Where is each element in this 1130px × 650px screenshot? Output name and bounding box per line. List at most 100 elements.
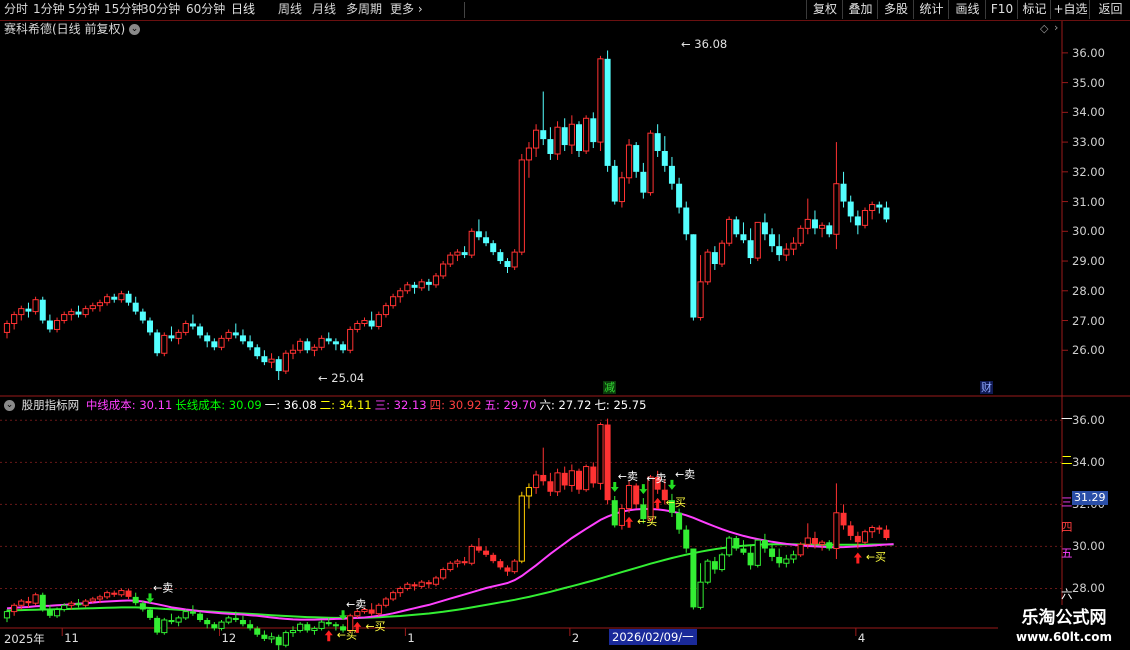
indicator-candle-74 xyxy=(533,470,540,494)
candle-73 xyxy=(525,142,533,178)
candle-0 xyxy=(3,320,11,339)
indicator-candle-0 xyxy=(3,609,11,623)
candle-65 xyxy=(468,228,475,259)
candle-57 xyxy=(411,281,418,294)
candle-43 xyxy=(311,344,318,357)
x-axis-label: 1 xyxy=(407,631,415,645)
indicator-candle-31 xyxy=(225,615,232,625)
indicator-candle-23 xyxy=(168,613,175,625)
candle-15 xyxy=(111,293,118,303)
candle-5 xyxy=(39,296,46,324)
indicator-candle-56 xyxy=(404,582,411,591)
candle-86 xyxy=(618,171,625,208)
candle-94 xyxy=(676,177,683,214)
x-axis: 2025年 11 12 1 2 4 xyxy=(0,629,1062,650)
buy-signal-4: ←买 xyxy=(853,551,886,564)
chevron-down-icon[interactable]: ⌄ xyxy=(4,400,15,411)
candle-41 xyxy=(297,338,304,354)
candle-53 xyxy=(382,302,390,318)
indicator-candle-76 xyxy=(547,472,554,496)
candle-103 xyxy=(740,222,747,244)
indicator-candle-81 xyxy=(583,464,590,492)
main-y-tick: 26.00 xyxy=(1072,343,1105,358)
candle-47 xyxy=(340,341,347,354)
indicator-candle-5 xyxy=(39,592,46,612)
watermark: 乐淘公式网 www.60lt.com xyxy=(998,605,1130,650)
candle-107 xyxy=(769,228,776,253)
candle-75 xyxy=(540,91,547,146)
candle-51 xyxy=(368,311,375,330)
candle-99 xyxy=(711,246,718,270)
indicator-candle-20 xyxy=(147,607,153,620)
indicator-value-2: 一: 36.08 xyxy=(264,398,317,412)
indicator-candle-97 xyxy=(697,563,704,610)
candle-42 xyxy=(304,338,311,354)
watermark-title: 乐淘公式网 xyxy=(1021,608,1107,628)
indicator-candle-121 xyxy=(869,525,876,539)
x-axis-label: 2025年 xyxy=(4,632,45,646)
candle-35 xyxy=(254,344,261,360)
indicator-y-tick: 28.00 xyxy=(1072,581,1105,596)
main-y-tick: 30.00 xyxy=(1072,224,1105,239)
candle-69 xyxy=(497,249,504,265)
indicator-candle-72 xyxy=(518,491,525,564)
candle-2 xyxy=(18,305,25,321)
level-label-4: 五 xyxy=(1061,545,1073,560)
candle-90 xyxy=(647,130,654,196)
indicator-candle-4 xyxy=(32,592,39,606)
candle-23 xyxy=(168,326,175,342)
indicator-candle-96 xyxy=(690,548,697,610)
indicator-candle-57 xyxy=(411,582,418,591)
candle-111 xyxy=(797,225,804,247)
indicator-candle-33 xyxy=(239,615,246,627)
candle-19 xyxy=(139,308,146,324)
candle-26 xyxy=(189,314,196,330)
candle-45 xyxy=(325,332,332,345)
indicator-candle-11 xyxy=(82,598,89,608)
indicator-candle-111 xyxy=(797,542,804,557)
indicator-candle-60 xyxy=(432,575,440,587)
candle-20 xyxy=(147,317,153,336)
candle-13 xyxy=(96,299,104,312)
candle-79 xyxy=(568,115,575,154)
indicator-candle-106 xyxy=(761,533,768,553)
buy-label: ←买 xyxy=(666,496,686,509)
indicator-candle-61 xyxy=(440,567,447,581)
main-y-tick: 34.00 xyxy=(1072,105,1105,120)
candle-33 xyxy=(239,329,246,345)
candle-82 xyxy=(590,112,597,149)
indicator-candle-10 xyxy=(75,598,82,608)
indicator-candle-116 xyxy=(833,483,840,560)
x-axis-label: 2 xyxy=(571,631,580,645)
candle-96 xyxy=(690,234,697,321)
indicator-value-7: 六: 27.72 xyxy=(539,398,592,412)
indicator-candle-79 xyxy=(568,464,575,492)
indicator-candle-16 xyxy=(118,588,125,597)
sell-label: ←卖 xyxy=(153,581,173,594)
indicator-candle-71 xyxy=(511,559,518,574)
candle-77 xyxy=(554,121,561,160)
candle-109 xyxy=(783,243,790,262)
candle-60 xyxy=(432,272,440,288)
x-axis-label: 11 xyxy=(64,631,79,645)
event-tag-reduce[interactable]: 减 xyxy=(603,381,616,394)
indicator-candle-65 xyxy=(468,544,475,566)
indicator-candle-108 xyxy=(776,548,783,568)
indicator-candle-63 xyxy=(454,559,461,568)
indicator-candle-54 xyxy=(390,590,397,602)
candle-22 xyxy=(161,332,168,357)
indicator-candle-77 xyxy=(554,468,561,496)
main-y-tick: 33.00 xyxy=(1072,135,1105,150)
candle-54 xyxy=(390,293,397,309)
buy-signal-2: ←买 xyxy=(625,515,657,528)
sell-label: ←卖 xyxy=(675,468,695,481)
indicator-value-3: 二: 34.11 xyxy=(319,398,372,412)
candle-30 xyxy=(218,335,225,351)
candle-106 xyxy=(761,213,768,241)
indicator-candle-99 xyxy=(711,556,718,574)
high-price-label: ← 36.08 xyxy=(681,37,728,51)
indicator-value-0: 中线成本: 30.11 xyxy=(85,398,173,412)
candle-101 xyxy=(726,216,733,247)
event-tag-finance[interactable]: 财 xyxy=(980,381,993,394)
candle-91 xyxy=(654,124,661,157)
